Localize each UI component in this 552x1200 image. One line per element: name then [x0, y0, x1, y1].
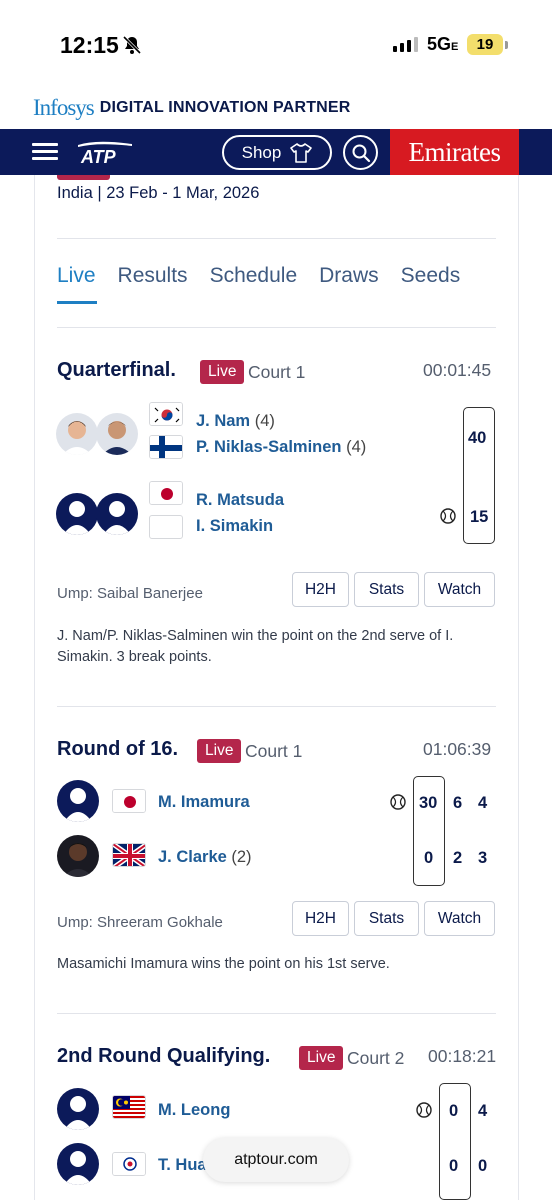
- match-round-title: Quarterfinal.: [57, 359, 176, 381]
- search-button[interactable]: [343, 135, 378, 170]
- current-game-score-box: [413, 776, 445, 886]
- match-duration: 00:18:21: [428, 1046, 497, 1066]
- player-avatar[interactable]: [56, 413, 98, 455]
- watch-button[interactable]: Watch: [424, 901, 495, 936]
- flag-icon-korea: [149, 402, 183, 426]
- live-tab-indicator: [57, 175, 110, 180]
- tab-draws[interactable]: Draws: [319, 264, 379, 288]
- flag-icon-uk: [112, 843, 146, 867]
- player-avatar[interactable]: [96, 413, 138, 455]
- player-name[interactable]: M. Leong: [158, 1101, 230, 1120]
- score-set: 0: [478, 1157, 488, 1175]
- score-game: 0: [449, 1102, 459, 1120]
- divider: [57, 327, 496, 328]
- battery-icon: 19: [467, 34, 503, 55]
- score-set: 3: [478, 849, 488, 867]
- tab-results[interactable]: Results: [118, 264, 188, 288]
- h2h-button[interactable]: H2H: [292, 572, 349, 607]
- watch-button[interactable]: Watch: [424, 572, 495, 607]
- umpire-name: Ump: Shreeram Gokhale: [57, 914, 223, 931]
- player-name[interactable]: J. Clarke (2): [158, 848, 252, 867]
- score-game: 40: [468, 429, 487, 447]
- infosys-logo: Infosys: [33, 95, 95, 120]
- shop-label: Shop: [241, 142, 282, 162]
- flag-icon-japan: [112, 789, 146, 813]
- stats-button[interactable]: Stats: [354, 572, 419, 607]
- player-name[interactable]: P. Niklas-Salminen (4): [196, 438, 366, 457]
- live-badge: Live: [299, 1046, 344, 1070]
- menu-icon[interactable]: [32, 143, 58, 164]
- player-name[interactable]: M. Imamura: [158, 793, 250, 812]
- player-avatar-placeholder[interactable]: [57, 780, 99, 822]
- divider: [57, 238, 496, 239]
- serving-ball-icon: [440, 508, 456, 524]
- sponsor-tagline: DIGITAL INNOVATION PARTNER: [99, 99, 351, 116]
- court-label: Court 2: [347, 1048, 405, 1068]
- player-avatar-placeholder[interactable]: [96, 493, 138, 535]
- h2h-button[interactable]: H2H: [292, 901, 349, 936]
- live-badge: Live: [197, 739, 242, 763]
- match-summary: Masamichi Imamura wins the point on his …: [57, 956, 390, 972]
- match-summary: J. Nam/P. Niklas-Salminen win the point …: [57, 628, 454, 665]
- atp-logo[interactable]: ATP: [76, 139, 134, 165]
- player-name[interactable]: R. Matsuda: [196, 491, 284, 510]
- serving-ball-icon: [416, 1102, 432, 1118]
- score-set: 6: [453, 794, 463, 812]
- match-duration: 01:06:39: [423, 739, 492, 759]
- shop-button[interactable]: Shop: [222, 135, 332, 170]
- signal-icon: [393, 37, 418, 52]
- search-icon: [352, 144, 370, 162]
- score-game: 0: [449, 1157, 459, 1175]
- current-game-score-box: [439, 1083, 471, 1200]
- court-label: Court 1: [245, 741, 303, 761]
- divider: [57, 1013, 496, 1014]
- player-name[interactable]: T. Hua: [158, 1156, 207, 1175]
- bell-slash-icon: [122, 35, 142, 55]
- clock: 12:15: [60, 32, 119, 58]
- score-set: 4: [478, 794, 488, 812]
- svg-text:ATP: ATP: [80, 147, 117, 165]
- divider: [57, 706, 496, 707]
- shirt-icon: [290, 142, 313, 163]
- network-indicator: 5GE: [427, 34, 459, 54]
- match-round-title: Round of 16.: [57, 738, 179, 760]
- player-avatar-placeholder[interactable]: [57, 1143, 99, 1185]
- court-label: Court 1: [248, 362, 306, 382]
- match-round-title: 2nd Round Qualifying.: [57, 1045, 271, 1067]
- status-bar: 12:15 5GE 19: [0, 0, 552, 90]
- score-game: 30: [419, 794, 438, 812]
- score-game: 15: [470, 508, 489, 526]
- score-set: 4: [478, 1102, 488, 1120]
- serving-ball-icon: [390, 794, 406, 810]
- flag-icon-malaysia: [112, 1095, 146, 1119]
- match-duration: 00:01:45: [423, 360, 492, 380]
- player-avatar-placeholder[interactable]: [56, 493, 98, 535]
- battery-tip: [505, 41, 508, 49]
- tab-schedule[interactable]: Schedule: [210, 264, 298, 288]
- sponsor-banner[interactable]: Infosys DIGITAL INNOVATION PARTNER: [33, 94, 351, 122]
- emirates-ad[interactable]: Emirates: [390, 129, 519, 175]
- tournament-location-dates: India | 23 Feb - 1 Mar, 2026: [57, 184, 260, 202]
- flag-icon-japan: [149, 481, 183, 505]
- flag-icon-finland: [149, 435, 183, 459]
- active-tab-underline: [57, 301, 97, 304]
- player-avatar-placeholder[interactable]: [57, 1088, 99, 1130]
- player-name[interactable]: J. Nam (4): [196, 412, 275, 431]
- tab-live[interactable]: Live: [57, 264, 96, 288]
- umpire-name: Ump: Saibal Banerjee: [57, 585, 203, 602]
- tournament-tabs: Live Results Schedule Draws Seeds: [57, 264, 482, 288]
- tab-seeds[interactable]: Seeds: [401, 264, 461, 288]
- player-name[interactable]: I. Simakin: [196, 517, 273, 536]
- score-game: 0: [424, 849, 434, 867]
- player-avatar[interactable]: [57, 835, 99, 877]
- live-badge: Live: [200, 360, 245, 384]
- stats-button[interactable]: Stats: [354, 901, 419, 936]
- score-set: 2: [453, 849, 463, 867]
- flag-icon-chinese-taipei: [112, 1152, 146, 1176]
- browser-url-pill[interactable]: atptour.com: [203, 1138, 349, 1182]
- flag-icon-blank: [149, 515, 183, 539]
